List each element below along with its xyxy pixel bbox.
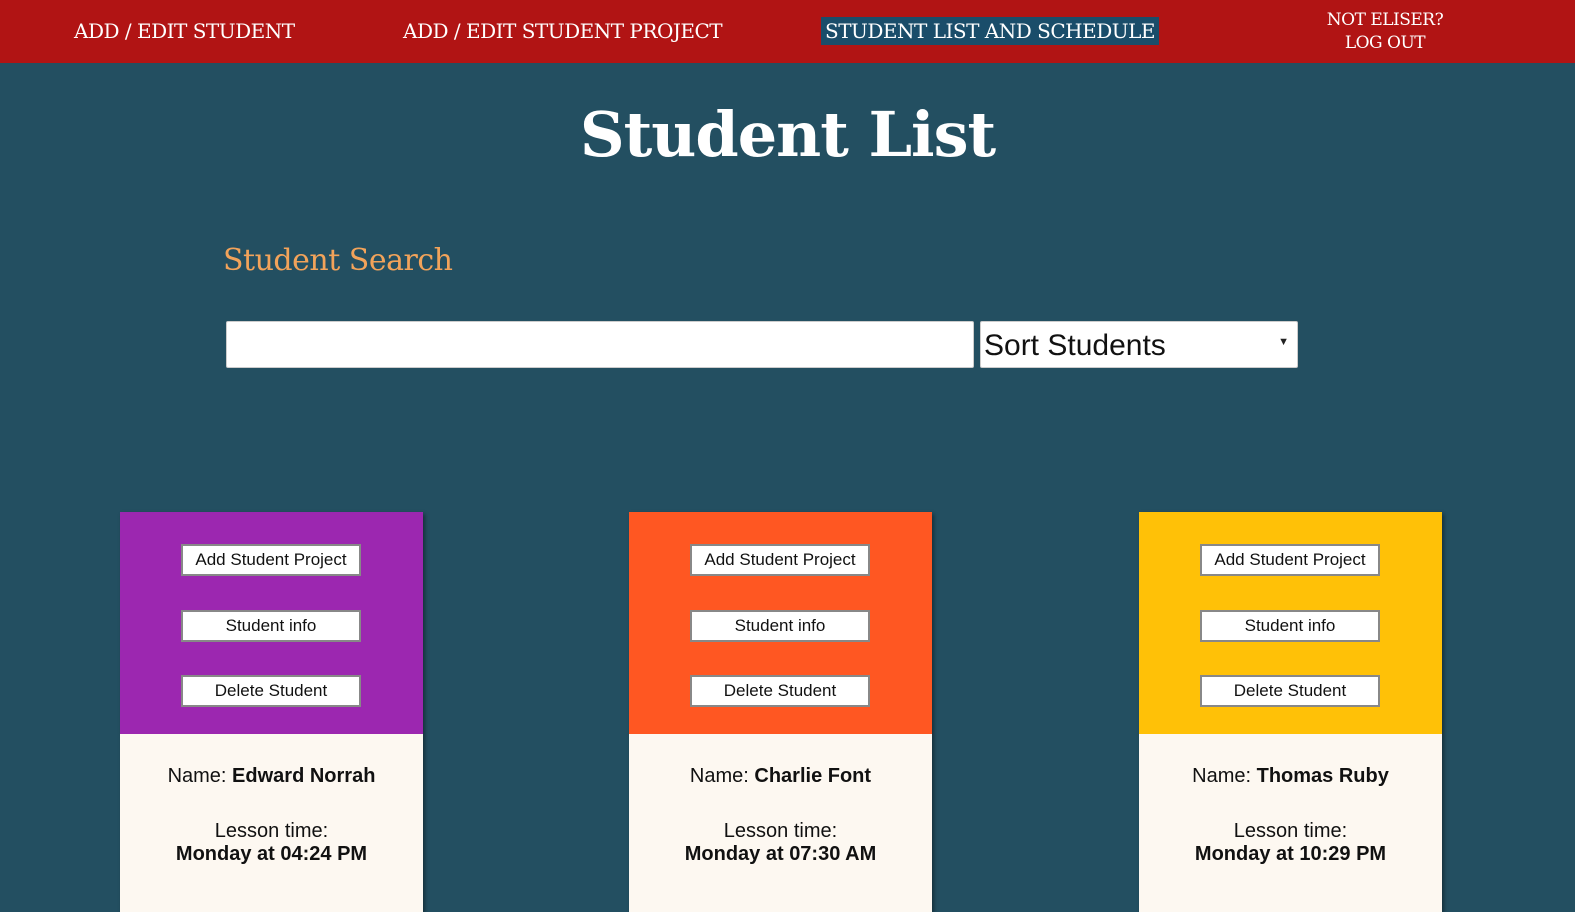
student-info-button[interactable]: Student info xyxy=(1200,610,1380,642)
student-name-line: Name: Charlie Font xyxy=(629,734,932,788)
student-card-header: Add Student Project Student info Delete … xyxy=(1139,512,1442,734)
student-name: Charlie Font xyxy=(754,765,872,787)
lesson-time-label: Lesson time: xyxy=(723,820,838,842)
dropdown-arrow-icon: ▼ xyxy=(1278,336,1289,348)
lesson-time-label: Lesson time: xyxy=(214,820,329,842)
student-search-input[interactable] xyxy=(226,321,974,368)
top-nav: ADD / EDIT STUDENT ADD / EDIT STUDENT PR… xyxy=(0,0,1575,63)
nav-student-list-and-schedule[interactable]: STUDENT LIST AND SCHEDULE xyxy=(821,17,1159,45)
student-card: Add Student Project Student info Delete … xyxy=(1139,512,1442,912)
lesson-time-value: Monday at 10:29 PM xyxy=(1194,843,1387,865)
page-title: Student List xyxy=(579,98,996,171)
nav-add-edit-student-project[interactable]: ADD / EDIT STUDENT PROJECT xyxy=(403,17,723,45)
add-student-project-button[interactable]: Add Student Project xyxy=(690,544,870,576)
student-card-header: Add Student Project Student info Delete … xyxy=(120,512,423,734)
name-label: Name: xyxy=(1192,765,1257,787)
student-name: Thomas Ruby xyxy=(1256,765,1389,787)
lesson-time-value: Monday at 07:30 AM xyxy=(684,843,877,865)
student-card-details: Name: Thomas Ruby Lesson time: Monday at… xyxy=(1139,734,1442,912)
delete-student-button[interactable]: Delete Student xyxy=(1200,675,1380,707)
student-card: Add Student Project Student info Delete … xyxy=(120,512,423,912)
student-card: Add Student Project Student info Delete … xyxy=(629,512,932,912)
delete-student-button[interactable]: Delete Student xyxy=(690,675,870,707)
name-label: Name: xyxy=(167,765,233,787)
lesson-time-value: Monday at 04:24 PM xyxy=(175,843,368,865)
student-name-line: Name: Thomas Ruby xyxy=(1139,734,1442,788)
sort-select-value: Sort Students xyxy=(984,329,1166,362)
student-card-header: Add Student Project Student info Delete … xyxy=(629,512,932,734)
user-prompt: NOT ELISER? xyxy=(1326,10,1444,30)
lesson-time-label: Lesson time: xyxy=(1233,820,1348,842)
sort-students-select[interactable]: Sort Students ▼ xyxy=(980,321,1298,368)
student-info-button[interactable]: Student info xyxy=(690,610,870,642)
logout-link[interactable]: NOT ELISER? LOG OUT xyxy=(1320,9,1450,55)
student-name-line: Name: Edward Norrah xyxy=(120,734,423,788)
add-student-project-button[interactable]: Add Student Project xyxy=(1200,544,1380,576)
delete-student-button[interactable]: Delete Student xyxy=(181,675,361,707)
student-card-details: Name: Edward Norrah Lesson time: Monday … xyxy=(120,734,423,912)
search-heading: Student Search xyxy=(223,243,453,278)
student-name: Edward Norrah xyxy=(232,765,376,787)
name-label: Name: xyxy=(689,765,755,787)
student-card-details: Name: Charlie Font Lesson time: Monday a… xyxy=(629,734,932,912)
nav-add-edit-student[interactable]: ADD / EDIT STUDENT xyxy=(74,17,295,45)
add-student-project-button[interactable]: Add Student Project xyxy=(181,544,361,576)
logout-label: LOG OUT xyxy=(1344,33,1426,53)
student-info-button[interactable]: Student info xyxy=(181,610,361,642)
